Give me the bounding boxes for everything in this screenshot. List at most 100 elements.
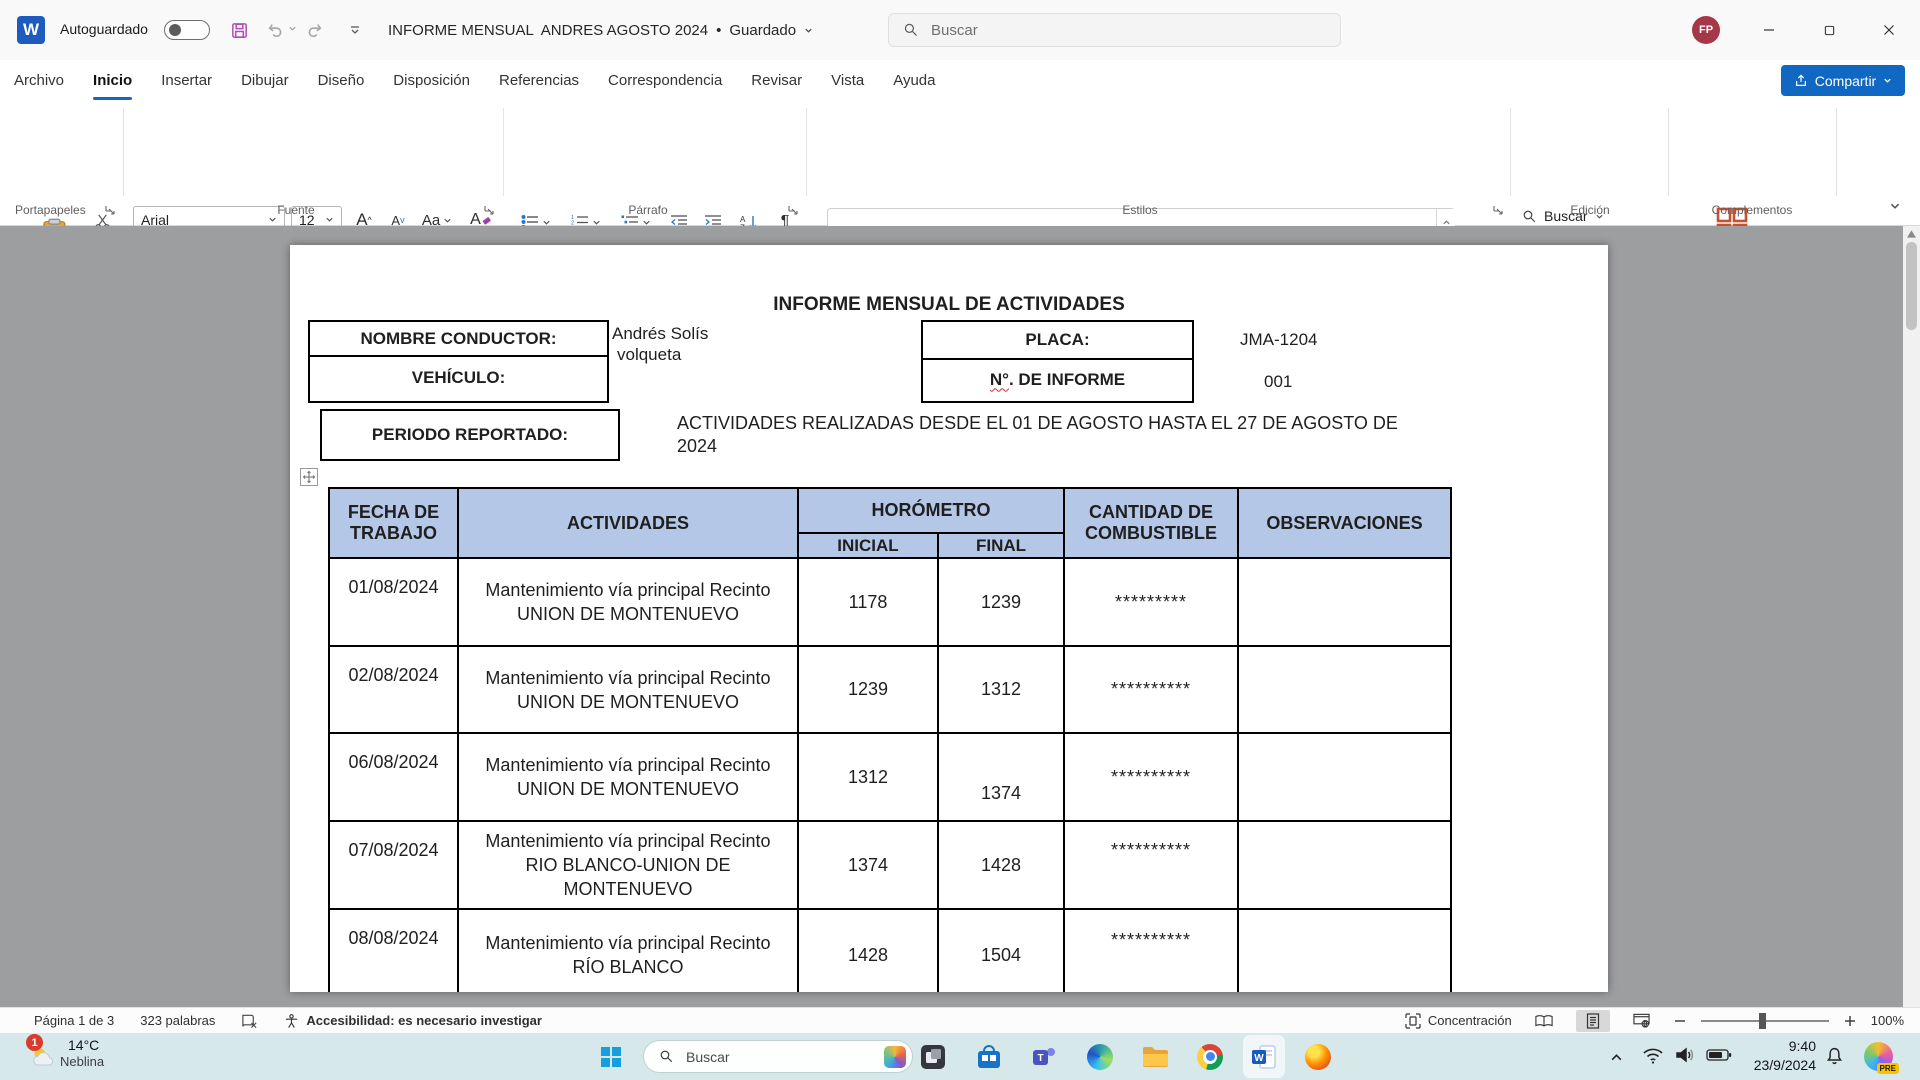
zoom-level[interactable]: 100% [1871, 1013, 1904, 1028]
table-cell-final[interactable]: 1428 [939, 822, 1065, 910]
table-cell-actividad[interactable]: Mantenimiento vía principal Recinto UNIO… [459, 734, 799, 822]
zoom-slider-thumb[interactable] [1759, 1013, 1766, 1029]
tab-dibujar[interactable]: Dibujar [239, 60, 291, 100]
clipboard-dialog-launcher-icon[interactable] [104, 204, 117, 217]
table-cell-actividad[interactable]: Mantenimiento vía principal Recinto RÍO … [459, 910, 799, 992]
microsoft-store-icon[interactable] [968, 1035, 1010, 1078]
user-avatar[interactable]: FP [1692, 16, 1720, 44]
maximize-button[interactable] [1806, 0, 1852, 60]
table-cell-inicial[interactable]: 1178 [799, 559, 939, 647]
wifi-icon[interactable] [1642, 1045, 1664, 1065]
document-page[interactable]: INFORME MENSUAL DE ACTIVIDADES NOMBRE CO… [290, 245, 1608, 992]
tab-diseno[interactable]: Diseño [316, 60, 367, 100]
document-heading[interactable]: INFORME MENSUAL DE ACTIVIDADES [290, 294, 1608, 316]
table-cell-inicial[interactable]: 1312 [799, 734, 939, 822]
tab-inicio[interactable]: Inicio [91, 60, 134, 100]
informe-value[interactable]: 001 [1264, 372, 1292, 392]
page-indicator[interactable]: Página 1 de 3 [34, 1013, 114, 1028]
tab-revisar[interactable]: Revisar [749, 60, 804, 100]
table-cell-cantidad[interactable]: ********** [1065, 647, 1239, 734]
table-cell-final[interactable]: 1504 [939, 910, 1065, 992]
clock-widget[interactable]: 9:40 23/9/2024 [1740, 1037, 1816, 1075]
tab-correspondencia[interactable]: Correspondencia [606, 60, 724, 100]
document-title[interactable]: INFORME MENSUAL ANDRES AGOSTO 2024 • Gua… [388, 0, 813, 60]
col-header-actividades[interactable]: ACTIVIDADES [459, 489, 799, 559]
informe-label-cell[interactable]: N°. DE INFORME [921, 358, 1194, 403]
weather-widget[interactable]: 1 14°C Neblina [10, 1033, 160, 1080]
teams-icon[interactable]: T [1023, 1035, 1065, 1078]
task-view-icon[interactable] [912, 1035, 954, 1078]
focus-mode-button[interactable]: Concentración [1405, 1013, 1512, 1029]
table-cell-observaciones[interactable] [1239, 734, 1452, 822]
close-button[interactable] [1866, 0, 1912, 60]
autosave-toggle[interactable] [164, 20, 210, 40]
table-cell-observaciones[interactable] [1239, 559, 1452, 647]
table-cell-actividad[interactable]: Mantenimiento vía principal Recinto UNIO… [459, 647, 799, 734]
placa-label-cell[interactable]: PLACA: [921, 320, 1194, 360]
col-header-final[interactable]: FINAL [939, 534, 1065, 559]
scrollbar-thumb[interactable] [1906, 242, 1917, 330]
redo-icon[interactable] [302, 17, 328, 43]
quick-access-toolbar-chevron-icon[interactable] [342, 17, 368, 43]
tab-insertar[interactable]: Insertar [159, 60, 214, 100]
tray-expand-chevron-icon[interactable] [1604, 1045, 1628, 1069]
word-app-icon[interactable]: W [1243, 1035, 1285, 1078]
col-header-observaciones[interactable]: OBSERVACIONES [1239, 489, 1452, 559]
file-explorer-icon[interactable] [1134, 1035, 1176, 1078]
chrome-icon[interactable] [1189, 1035, 1231, 1078]
table-cell-cantidad[interactable]: ********** [1065, 910, 1239, 992]
table-cell-final[interactable]: 1312 [939, 647, 1065, 734]
tab-disposicion[interactable]: Disposición [391, 60, 472, 100]
table-cell-cantidad[interactable]: ********** [1065, 822, 1239, 910]
table-cell-actividad[interactable]: Mantenimiento vía principal Recinto UNIO… [459, 559, 799, 647]
zoom-out-button[interactable] [1674, 1015, 1686, 1027]
table-cell-observaciones[interactable] [1239, 822, 1452, 910]
table-cell-fecha[interactable]: 07/08/2024 [330, 822, 459, 910]
print-layout-button[interactable] [1576, 1010, 1610, 1032]
undo-icon[interactable] [262, 17, 288, 43]
tab-vista[interactable]: Vista [829, 60, 866, 100]
col-header-fecha[interactable]: FECHA DE TRABAJO [330, 489, 459, 559]
placa-value[interactable]: JMA-1204 [1240, 330, 1317, 350]
styles-dialog-launcher-icon[interactable] [1492, 204, 1505, 217]
scroll-up-arrow-icon[interactable] [1907, 230, 1916, 238]
firefox-icon[interactable] [1297, 1035, 1339, 1078]
tab-archivo[interactable]: Archivo [12, 60, 66, 100]
table-move-handle[interactable] [300, 468, 318, 486]
periodo-value[interactable]: ACTIVIDADES REALIZADAS DESDE EL 01 DE AG… [677, 412, 1422, 458]
table-cell-observaciones[interactable] [1239, 910, 1452, 992]
search-highlight-icon[interactable] [884, 1046, 906, 1068]
col-header-horometro[interactable]: HORÓMETRO [799, 489, 1065, 534]
font-dialog-launcher-icon[interactable] [483, 204, 496, 217]
minimize-button[interactable] [1746, 0, 1792, 60]
table-cell-cantidad[interactable]: ********* [1065, 559, 1239, 647]
zoom-in-button[interactable] [1844, 1015, 1856, 1027]
titlebar-search-box[interactable]: Buscar [888, 13, 1341, 47]
conductor-value[interactable]: Andrés Solís volqueta [612, 323, 708, 365]
table-cell-fecha[interactable]: 08/08/2024 [330, 910, 459, 992]
vehiculo-label-cell[interactable]: VEHÍCULO: [308, 355, 609, 403]
paragraph-dialog-launcher-icon[interactable] [787, 204, 800, 217]
zoom-slider[interactable] [1701, 1020, 1829, 1022]
undo-dropdown-chevron-icon[interactable] [288, 24, 297, 33]
table-cell-fecha[interactable]: 02/08/2024 [330, 647, 459, 734]
copilot-icon[interactable]: PRE [1864, 1042, 1893, 1071]
tab-ayuda[interactable]: Ayuda [891, 60, 937, 100]
table-cell-cantidad[interactable]: ********** [1065, 734, 1239, 822]
table-cell-observaciones[interactable] [1239, 647, 1452, 734]
read-mode-button[interactable] [1527, 1010, 1561, 1032]
share-button[interactable]: Compartir [1781, 65, 1905, 96]
notification-bell-icon[interactable] [1824, 1045, 1845, 1067]
save-icon[interactable] [226, 17, 252, 43]
collapse-ribbon-chevron-icon[interactable] [1884, 196, 1906, 216]
table-cell-fecha[interactable]: 01/08/2024 [330, 559, 459, 647]
table-cell-inicial[interactable]: 1239 [799, 647, 939, 734]
word-count[interactable]: 323 palabras [140, 1013, 215, 1028]
table-cell-inicial[interactable]: 1428 [799, 910, 939, 992]
table-cell-actividad[interactable]: Mantenimiento vía principal Recinto RIO … [459, 822, 799, 910]
col-header-cantidad[interactable]: CANTIDAD DE COMBUSTIBLE [1065, 489, 1239, 559]
table-cell-final[interactable]: 1374 [939, 734, 1065, 822]
taskbar-search-box[interactable]: Buscar [643, 1040, 913, 1073]
battery-icon[interactable] [1706, 1047, 1732, 1063]
start-button[interactable] [590, 1035, 632, 1078]
